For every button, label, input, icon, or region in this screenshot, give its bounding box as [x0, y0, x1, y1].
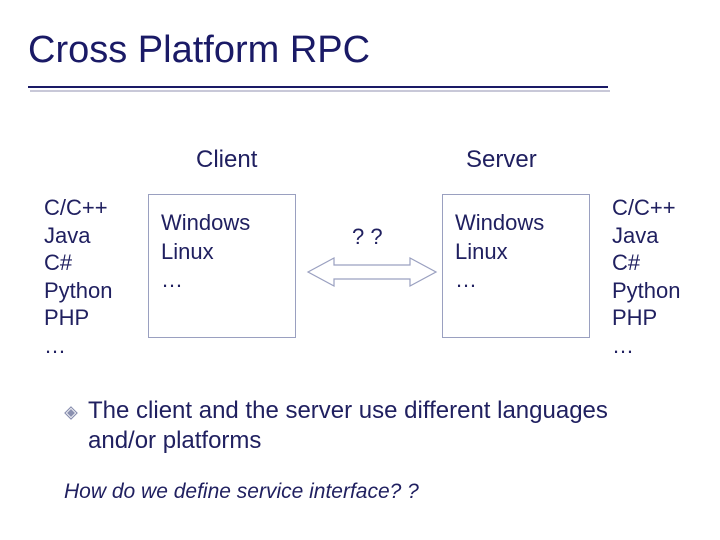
footer-question: How do we define service interface? ? — [64, 480, 419, 504]
title-underline-shadow — [30, 90, 610, 92]
double-arrow-icon — [306, 252, 438, 292]
slide: Cross Platform RPC Client Server C/C++ J… — [0, 0, 720, 540]
diamond-bullet-icon — [64, 406, 78, 420]
question-label: ? ? — [352, 224, 383, 250]
client-languages-list: C/C++ Java C# Python PHP … — [44, 194, 113, 359]
server-platforms-box: Windows Linux … — [442, 194, 590, 338]
bullet-text: The client and the server use different … — [88, 396, 664, 456]
bullet-row: The client and the server use different … — [64, 396, 664, 456]
server-languages-list: C/C++ Java C# Python PHP … — [612, 194, 681, 359]
client-header: Client — [196, 146, 257, 174]
page-title: Cross Platform RPC — [28, 30, 370, 72]
client-platforms-box: Windows Linux … — [148, 194, 296, 338]
server-platforms-text: Windows Linux … — [455, 209, 579, 295]
title-underline — [28, 86, 608, 88]
client-platforms-text: Windows Linux … — [161, 209, 285, 295]
server-header: Server — [466, 146, 537, 174]
